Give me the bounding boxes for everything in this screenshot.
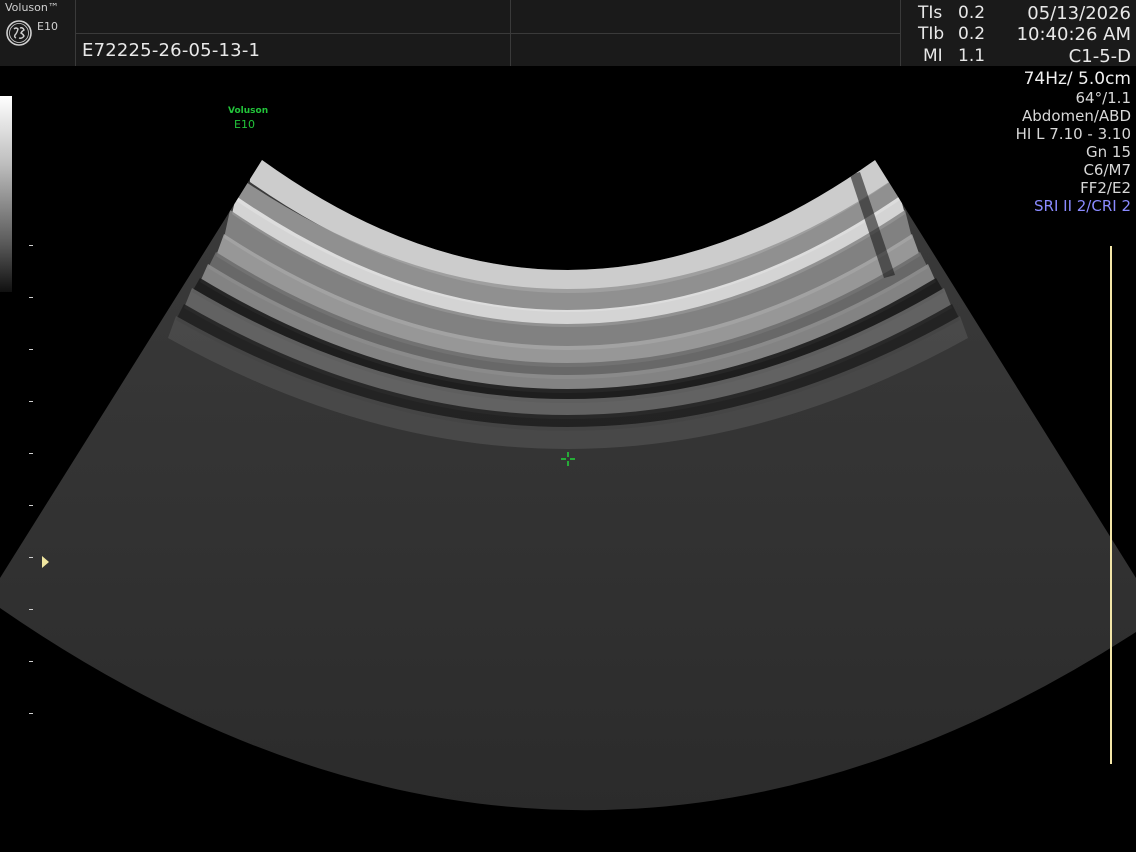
ultrasound-image[interactable] (0, 0, 1136, 852)
depth-tick (29, 661, 33, 662)
depth-tick (29, 297, 33, 298)
tib-label: TIb (918, 24, 945, 44)
harmonic-frequency: HI L 7.10 - 3.10 (1015, 125, 1131, 143)
sector-angle: 64°/1.1 (1075, 89, 1132, 107)
depth-tick (29, 453, 33, 454)
tis-label: TIs (918, 3, 943, 23)
header-divider (76, 33, 510, 34)
grayscale-bar (0, 96, 12, 292)
ge-logo-icon (6, 20, 32, 46)
sri-cri-setting: SRI II 2/CRI 2 (1034, 197, 1131, 215)
depth-tick (29, 245, 33, 246)
depth-tick (29, 505, 33, 506)
caliper-crosshair-icon[interactable] (561, 452, 575, 466)
depth-tick (29, 557, 33, 558)
mi-value: 1.1 (958, 46, 986, 66)
tib-value: 0.2 (958, 24, 986, 44)
patient-id: E72225-26-05-13-1 (82, 40, 261, 61)
header-divider (511, 33, 900, 34)
depth-tick (29, 401, 33, 402)
watermark-model: E10 (234, 118, 255, 131)
mi-label: MI (923, 46, 943, 66)
exam-preset: Abdomen/ABD (1022, 107, 1131, 125)
frame-rate-depth: 74Hz/ 5.0cm (1023, 69, 1131, 89)
header-divider (900, 0, 901, 66)
exam-date: 05/13/2026 (1027, 3, 1131, 24)
depth-tick (29, 349, 33, 350)
brand-model: E10 (37, 20, 58, 33)
exam-time: 10:40:26 AM (1016, 24, 1131, 45)
brand-name: Voluson™ (5, 1, 59, 14)
depth-scale-line (1110, 246, 1112, 764)
depth-tick (29, 713, 33, 714)
gain-value: Gn 15 (1086, 143, 1131, 161)
tis-value: 0.2 (958, 3, 986, 23)
probe-name: C1-5-D (1068, 46, 1131, 67)
contrast-map: C6/M7 (1083, 161, 1131, 179)
frame-filter: FF2/E2 (1080, 179, 1131, 197)
watermark-name: Voluson (228, 106, 269, 116)
focus-marker-icon[interactable] (42, 556, 49, 568)
scan-sector (0, 160, 1136, 811)
depth-tick (29, 609, 33, 610)
